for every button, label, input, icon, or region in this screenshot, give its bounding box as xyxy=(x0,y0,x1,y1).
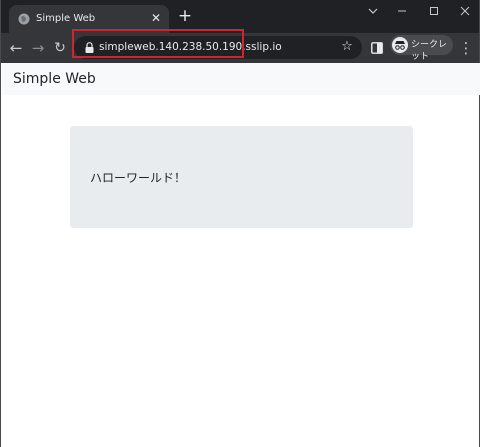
tab-strip: Simple Web ✕ + xyxy=(1,0,479,33)
close-tab-icon[interactable]: ✕ xyxy=(149,11,163,25)
lock-icon xyxy=(85,42,94,53)
side-panel-icon[interactable] xyxy=(367,38,387,58)
tab-title: Simple Web xyxy=(36,13,96,24)
maximize-icon[interactable] xyxy=(418,0,450,22)
incognito-badge[interactable]: シークレット xyxy=(390,35,453,62)
incognito-label: シークレット xyxy=(411,40,448,62)
tab-simple-web[interactable]: Simple Web ✕ xyxy=(9,5,169,33)
address-bar[interactable]: simpleweb.140.238.50.190.sslip.io ☆ xyxy=(74,36,362,59)
tab-search-icon[interactable] xyxy=(357,0,389,22)
back-arrow-icon[interactable]: ← xyxy=(6,38,26,58)
reload-icon[interactable]: ↻ xyxy=(50,38,70,58)
close-window-icon[interactable] xyxy=(449,0,480,22)
url-text[interactable]: simpleweb.140.238.50.190.sslip.io xyxy=(99,41,282,54)
new-tab-icon[interactable]: + xyxy=(177,8,193,25)
forward-arrow-icon[interactable]: → xyxy=(28,38,48,58)
incognito-icon xyxy=(392,37,408,53)
hello-message: ハローワールド！ xyxy=(90,171,187,185)
minimize-icon[interactable] xyxy=(386,0,418,22)
hello-card: ハローワールド！ xyxy=(70,126,413,228)
menu-kebab-icon[interactable]: ⋮ xyxy=(456,38,476,58)
bookmark-star-icon[interactable]: ☆ xyxy=(339,39,355,55)
brand-link[interactable]: Simple Web xyxy=(13,70,96,88)
browser-window: Simple Web ✕ + ← → ↻ simpleweb.140.238.5… xyxy=(0,0,480,447)
site-navbar: Simple Web xyxy=(2,63,480,95)
globe-icon xyxy=(18,13,30,25)
